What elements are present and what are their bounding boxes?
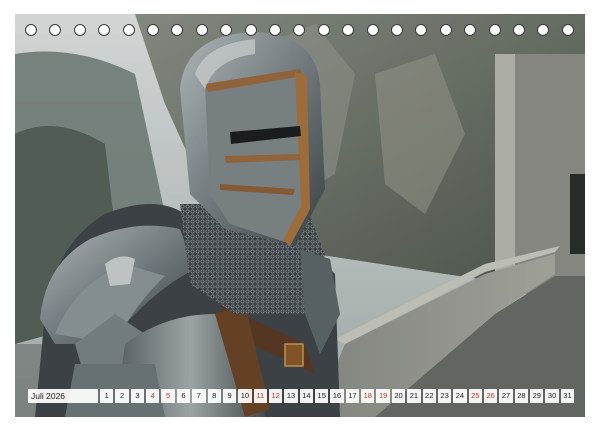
binding-hole [73, 24, 86, 36]
day-cell: 1 [100, 389, 114, 403]
day-cell: 15 [315, 389, 329, 403]
binding-hole [195, 24, 208, 36]
binding-hole [513, 24, 525, 36]
day-cell: 31 [560, 389, 575, 403]
binding-hole [342, 24, 355, 36]
day-cell: 19 [376, 389, 390, 403]
binding-hole [293, 24, 306, 36]
day-cell: 16 [330, 389, 344, 403]
day-list: 1 2 3 4 5 6 7 8 9 10 11 12 13 14 15 16 17 18 19 20 21 22 23 24 2… [100, 389, 575, 403]
binding-hole [98, 24, 111, 36]
day-cell: 10 [238, 389, 252, 403]
day-cell: 4 [146, 389, 160, 403]
day-cell: 9 [222, 389, 237, 403]
binding-hole [220, 24, 233, 36]
day-cell: 26 [483, 389, 498, 403]
day-cell: 24 [453, 389, 467, 403]
day-cell: 27 [499, 389, 513, 403]
binding-hole [488, 24, 501, 36]
binding-hole [561, 24, 574, 36]
day-cell: 17 [345, 389, 360, 403]
day-cell: 13 [284, 389, 298, 403]
day-cell: 18 [361, 389, 375, 403]
binding-hole [391, 24, 403, 36]
binding-hole [25, 24, 37, 36]
day-cell: 5 [161, 389, 175, 403]
binding-hole [49, 24, 62, 36]
binding-hole [171, 24, 184, 36]
binding-hole [439, 24, 452, 36]
day-cell: 23 [437, 389, 452, 403]
knight-photo [15, 14, 585, 417]
binding-holes [0, 24, 600, 38]
day-cell: 28 [514, 389, 529, 403]
binding-hole [122, 24, 135, 36]
day-cell: 29 [530, 389, 544, 403]
month-label: Juli 2026 [28, 389, 98, 403]
binding-hole [366, 24, 379, 36]
calendar-strip: Juli 2026 1 2 3 4 5 6 7 8 9 10 11 12 13 14 15 16 17 18 19 2… [28, 389, 575, 403]
day-cell: 12 [268, 389, 283, 403]
binding-hole [317, 24, 330, 36]
day-cell: 21 [407, 389, 421, 403]
day-cell: 30 [545, 389, 559, 403]
binding-hole [147, 24, 159, 36]
day-cell: 6 [176, 389, 191, 403]
day-cell: 7 [192, 389, 206, 403]
binding-hole [464, 24, 477, 36]
day-cell: 3 [130, 389, 145, 403]
calendar-page: Juli 2026 1 2 3 4 5 6 7 8 9 10 11 12 13 14 15 16 17 18 19 2… [0, 0, 600, 431]
binding-hole [415, 24, 428, 36]
day-cell: 8 [207, 389, 221, 403]
day-cell: 20 [391, 389, 406, 403]
day-cell: 22 [422, 389, 436, 403]
day-cell: 14 [299, 389, 314, 403]
day-cell: 25 [468, 389, 482, 403]
binding-hole [537, 24, 550, 36]
binding-hole [269, 24, 281, 36]
day-cell: 2 [115, 389, 129, 403]
binding-hole [244, 24, 257, 36]
day-cell: 11 [253, 389, 267, 403]
